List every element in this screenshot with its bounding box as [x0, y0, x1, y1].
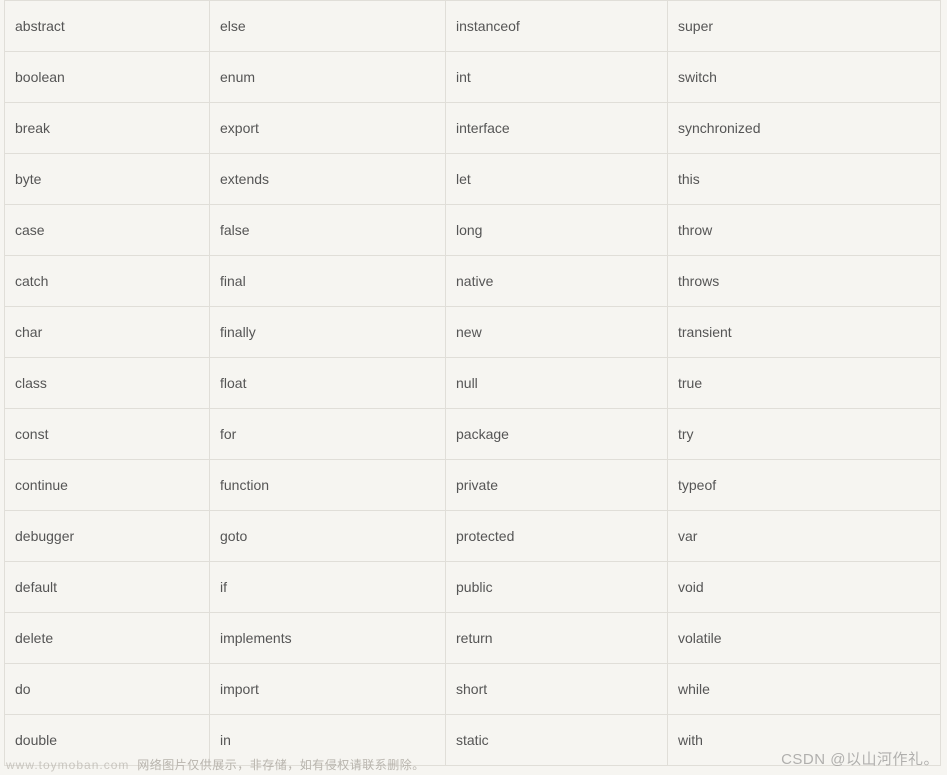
keywords-table: abstractelseinstanceofsuperbooleanenumin… [4, 0, 941, 766]
table-cell: for [210, 409, 446, 460]
footer-domain: www.toymoban.com [6, 758, 129, 772]
table-cell: class [5, 358, 210, 409]
table-cell: continue [5, 460, 210, 511]
table-row: deleteimplementsreturnvolatile [5, 613, 941, 664]
table-cell: void [668, 562, 941, 613]
table-cell: package [446, 409, 668, 460]
table-cell: do [5, 664, 210, 715]
table-row: classfloatnulltrue [5, 358, 941, 409]
table-cell: float [210, 358, 446, 409]
table-cell: abstract [5, 1, 210, 52]
table-cell: null [446, 358, 668, 409]
table-cell: int [446, 52, 668, 103]
table-cell: catch [5, 256, 210, 307]
table-cell: boolean [5, 52, 210, 103]
table-cell: short [446, 664, 668, 715]
watermark: CSDN @以山河作礼。 [781, 748, 939, 769]
table-cell: function [210, 460, 446, 511]
table-row: byteextendsletthis [5, 154, 941, 205]
table-cell: private [446, 460, 668, 511]
table-cell: throws [668, 256, 941, 307]
table-cell: try [668, 409, 941, 460]
table-cell: protected [446, 511, 668, 562]
table-row: casefalselongthrow [5, 205, 941, 256]
table-cell: typeof [668, 460, 941, 511]
table-row: debuggergotoprotectedvar [5, 511, 941, 562]
table-cell: import [210, 664, 446, 715]
table-cell: export [210, 103, 446, 154]
table-cell: default [5, 562, 210, 613]
table-cell: this [668, 154, 941, 205]
table-cell: else [210, 1, 446, 52]
table-cell: synchronized [668, 103, 941, 154]
table-row: continuefunctionprivatetypeof [5, 460, 941, 511]
table-row: catchfinalnativethrows [5, 256, 941, 307]
table-cell: transient [668, 307, 941, 358]
table-cell: implements [210, 613, 446, 664]
table-cell: throw [668, 205, 941, 256]
table-cell: final [210, 256, 446, 307]
table-cell: interface [446, 103, 668, 154]
table-cell: new [446, 307, 668, 358]
table-cell: byte [5, 154, 210, 205]
table-cell: case [5, 205, 210, 256]
table-cell: instanceof [446, 1, 668, 52]
footer-text: 网络图片仅供展示，非存储，如有侵权请联系删除。 [137, 758, 425, 772]
table-cell: break [5, 103, 210, 154]
table-cell: return [446, 613, 668, 664]
table-cell: finally [210, 307, 446, 358]
table-cell: var [668, 511, 941, 562]
table-cell: switch [668, 52, 941, 103]
table-cell: native [446, 256, 668, 307]
table-row: breakexportinterfacesynchronized [5, 103, 941, 154]
table-row: booleanenumintswitch [5, 52, 941, 103]
table-row: constforpackagetry [5, 409, 941, 460]
table-row: defaultifpublicvoid [5, 562, 941, 613]
table-cell: goto [210, 511, 446, 562]
table-cell: enum [210, 52, 446, 103]
table-cell: super [668, 1, 941, 52]
table-cell: extends [210, 154, 446, 205]
table-row: charfinallynewtransient [5, 307, 941, 358]
table-row: doimportshortwhile [5, 664, 941, 715]
footer-note: www.toymoban.com 网络图片仅供展示，非存储，如有侵权请联系删除。 [6, 756, 425, 773]
table-cell: static [446, 715, 668, 766]
table-cell: debugger [5, 511, 210, 562]
table-cell: delete [5, 613, 210, 664]
table-cell: const [5, 409, 210, 460]
table-cell: false [210, 205, 446, 256]
table-cell: public [446, 562, 668, 613]
table-cell: volatile [668, 613, 941, 664]
table-cell: let [446, 154, 668, 205]
table-cell: while [668, 664, 941, 715]
table-cell: char [5, 307, 210, 358]
table-row: abstractelseinstanceofsuper [5, 1, 941, 52]
table-cell: if [210, 562, 446, 613]
table-cell: long [446, 205, 668, 256]
table-cell: true [668, 358, 941, 409]
